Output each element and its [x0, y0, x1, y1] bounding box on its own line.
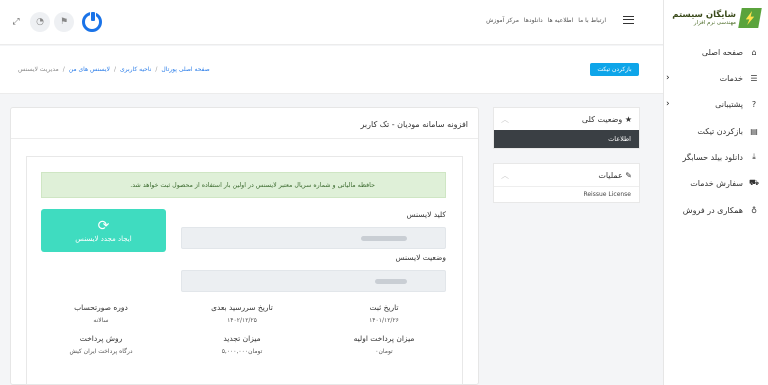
top-link-training[interactable]: مرکز آموزش — [486, 17, 519, 24]
detail-label: دوره صورتحساب — [74, 303, 128, 312]
detail-label: تاریخ ثبت — [369, 303, 399, 312]
license-status-label: وضعیت لایسنس — [395, 253, 446, 262]
open-ticket-button[interactable]: بازکردن تیکت — [590, 63, 639, 76]
regenerate-license-label: ایجاد مجدد لایسنس — [75, 234, 132, 243]
logo-icon — [738, 8, 762, 28]
detail-value: سالانه — [93, 317, 109, 324]
info-alert: حافظه مالیاتی و شماره سریال معتبر لایسنس… — [41, 172, 446, 198]
cart-icon: ⛟ — [748, 178, 760, 187]
sidebar-item-support[interactable]: › پشتیبانی? — [663, 94, 768, 114]
info-row[interactable]: اطلاعات — [494, 130, 639, 148]
panel-title: افزونه سامانه مودیان - تک کاربر — [360, 120, 468, 129]
reissue-license-link[interactable]: Reissue License — [494, 186, 639, 202]
sidebar-item-label: پشتیبانی — [715, 99, 743, 109]
top-bar: ⤢ ◔ ⚑ ارتباط با ما اطلاعیه ها دانلودها م… — [0, 0, 663, 45]
brand-tagline: مهندسی نرم افزار — [693, 20, 736, 26]
sidebar-item-services[interactable]: › خدمات ☰ — [663, 68, 768, 88]
license-status-value — [375, 279, 407, 284]
license-key-label: کلید لایسنس — [406, 210, 446, 219]
breadcrumb-my-licenses[interactable]: لایسنس های من — [69, 66, 110, 73]
question-icon: ? — [751, 99, 757, 109]
detail-register-date: تاریخ ثبت ۱۴۰۱/۱۲/۲۶ — [329, 303, 439, 324]
actions-widget-header[interactable]: ︿ عملیات ✎ — [494, 164, 639, 186]
detail-initial-payment: میزان پرداخت اولیه تومان۰ — [329, 334, 439, 355]
detail-value: تومان۰ — [375, 348, 393, 355]
detail-renewal-amount: میزان تجدید تومان۵,۰۰۰,۰۰۰ — [187, 334, 297, 355]
sidebar-item-label: صفحه اصلی — [701, 47, 743, 57]
detail-next-due-date: تاریخ سررسید بعدی ۱۴۰۲/۱۲/۲۵ — [187, 303, 297, 324]
detail-billing-cycle: دوره صورتحساب سالانه — [46, 303, 156, 324]
actions-widget: ︿ عملیات ✎ Reissue License — [493, 163, 640, 203]
sidebar-item-label: خدمات — [719, 73, 743, 83]
breadcrumb-user-area[interactable]: ناحیه کاربری — [120, 66, 151, 73]
status-widget-title: وضعیت کلی — [581, 114, 623, 124]
license-key-field[interactable] — [181, 227, 446, 249]
sidebar-item-home[interactable]: صفحه اصلی ⌂ — [663, 42, 768, 62]
sidebar-item-download-build[interactable]: دانلود بیلد حسابگر ⤓ — [663, 147, 768, 167]
bell-icon[interactable]: ◔ — [30, 12, 50, 32]
detail-value: ۱۴۰۱/۱۲/۲۶ — [369, 317, 399, 324]
sidebar: شایگان سیستم مهندسی نرم افزار صفحه اصلی ⌂… — [663, 0, 768, 385]
detail-value: تومان۵,۰۰۰,۰۰۰ — [221, 348, 263, 355]
power-icon[interactable] — [82, 11, 102, 32]
detail-payment-method: روش پرداخت درگاه پرداخت ایران کیش — [46, 334, 156, 355]
sidebar-item-label: بازکردن تیکت — [697, 126, 743, 136]
wrench-icon: ✎ — [625, 170, 632, 180]
license-key-value — [361, 236, 407, 241]
sub-header: صفحه اصلی پورتال/ناحیه کاربری/لایسنس های… — [0, 46, 663, 94]
sidebar-item-label: سفارش خدمات — [690, 178, 743, 188]
top-link-announcements[interactable]: اطلاعیه ها — [548, 17, 574, 24]
detail-label: میزان پرداخت اولیه — [353, 334, 415, 343]
top-links: ارتباط با ما اطلاعیه ها دانلودها مرکز آم… — [486, 17, 606, 24]
detail-value: ۱۴۰۲/۱۲/۲۵ — [227, 317, 257, 324]
regenerate-license-button[interactable]: ⟳ ایجاد مجدد لایسنس — [41, 209, 166, 252]
flag-icon[interactable]: ⚑ — [54, 12, 74, 32]
brand-name: شایگان سیستم — [672, 10, 736, 20]
fullscreen-icon[interactable]: ⤢ — [6, 12, 26, 32]
menu-icon[interactable] — [623, 16, 634, 24]
sidebar-item-order-services[interactable]: سفارش خدمات ⛟ — [663, 173, 768, 193]
chevron-left-icon: › — [666, 73, 670, 83]
chevron-up-icon: ︿ — [501, 170, 509, 180]
top-link-downloads[interactable]: دانلودها — [524, 17, 543, 24]
detail-value: درگاه پرداخت ایران کیش — [69, 348, 133, 355]
divider — [11, 138, 478, 139]
actions-widget-title: عملیات — [598, 170, 623, 180]
breadcrumb-current: مدیریت لایسنس — [18, 66, 59, 73]
sidebar-item-label: همکاری در فروش — [682, 205, 743, 215]
sidebar-item-open-ticket[interactable]: بازکردن تیکت ▤ — [663, 121, 768, 141]
brand-logo[interactable]: شایگان سیستم مهندسی نرم افزار — [672, 8, 762, 28]
license-status-field[interactable] — [181, 270, 446, 292]
file-icon: ▤ — [750, 126, 758, 136]
download-icon: ⤓ — [752, 152, 756, 161]
sidebar-item-label: دانلود بیلد حسابگر — [682, 152, 743, 162]
breadcrumb: صفحه اصلی پورتال/ناحیه کاربری/لایسنس های… — [18, 66, 210, 73]
detail-label: میزان تجدید — [223, 334, 261, 343]
refresh-icon: ⟳ — [97, 217, 110, 234]
breadcrumb-portal-home[interactable]: صفحه اصلی پورتال — [161, 66, 209, 73]
status-widget-header[interactable]: ︿ وضعیت کلی ★ — [494, 108, 639, 130]
status-widget: ︿ وضعیت کلی ★ اطلاعات — [493, 107, 640, 149]
detail-label: روش پرداخت — [79, 334, 123, 343]
chevron-up-icon: ︿ — [501, 114, 509, 124]
sidebar-item-affiliate[interactable]: همکاری در فروش ♁ — [663, 200, 768, 220]
detail-label: تاریخ سررسید بعدی — [211, 303, 273, 312]
home-icon: ⌂ — [751, 47, 757, 57]
list-icon: ☰ — [750, 73, 758, 83]
star-icon: ★ — [624, 114, 632, 124]
award-icon: ♁ — [751, 205, 757, 215]
top-link-contact[interactable]: ارتباط با ما — [578, 17, 606, 24]
chevron-left-icon: › — [666, 99, 670, 109]
